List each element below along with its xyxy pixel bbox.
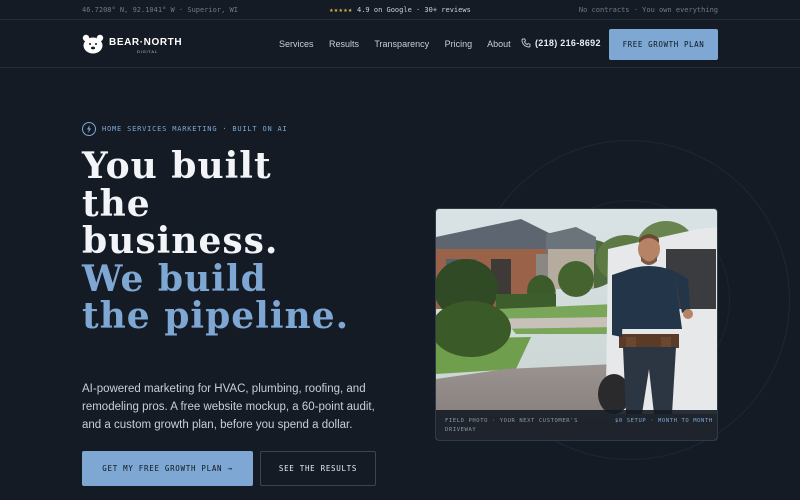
brand-name: BEAR·NORTH (109, 37, 183, 48)
hero-headline: You built the business. We build the pip… (82, 145, 350, 337)
guarantee-text: No contracts · You own everything (578, 6, 718, 14)
headline-line: You built (82, 145, 272, 187)
caption-pricing: $0 SETUP · MONTH TO MONTH (615, 418, 713, 424)
headline-line: the (82, 182, 151, 225)
lightning-icon (82, 122, 96, 136)
photo-caption: FIELD PHOTO · YOUR NEXT CUSTOMER'S DRIVE… (436, 410, 717, 440)
nav-link-results[interactable]: Results (329, 39, 359, 49)
brand-subtitle: DIGITAL (137, 49, 158, 54)
top-info-bar: 46.7208° N, 92.1041° W · Superior, WI ★★… (0, 0, 800, 20)
nav-link-transparency[interactable]: Transparency (374, 39, 429, 49)
hero-photo-card: FIELD PHOTO · YOUR NEXT CUSTOMER'S DRIVE… (435, 208, 718, 441)
rating-text: 4.9 on Google · 30+ reviews (357, 6, 471, 14)
headline-line: business. (82, 220, 279, 262)
eyebrow-text: HOME SERVICES MARKETING · BUILT ON AI (102, 125, 288, 133)
main-navigation: BEAR·NORTH DIGITAL Services Results Tran… (0, 20, 800, 68)
phone-icon (521, 38, 531, 48)
contractor-photo (436, 209, 717, 440)
phone-link[interactable]: (218) 216-8692 (521, 38, 601, 48)
caption-description: FIELD PHOTO · YOUR NEXT CUSTOMER'S DRIVE… (445, 418, 578, 433)
hero-description: AI-powered marketing for HVAC, plumbing,… (82, 383, 375, 431)
nav-link-about[interactable]: About (487, 39, 511, 49)
rating-stars-icon: ★★★★★ (329, 6, 353, 14)
headline-line-accent: the pipeline. (82, 295, 350, 337)
get-free-growth-plan-button[interactable]: GET MY FREE GROWTH PLAN → (82, 451, 253, 486)
nav-link-services[interactable]: Services (279, 39, 314, 49)
see-results-button[interactable]: SEE THE RESULTS (260, 451, 376, 486)
bear-head-icon (82, 34, 104, 54)
free-growth-plan-button[interactable]: FREE GROWTH PLAN (609, 29, 718, 60)
headline-line-accent: We build (82, 257, 267, 300)
phone-number: (218) 216-8692 (535, 38, 601, 48)
nav-link-pricing[interactable]: Pricing (445, 39, 473, 49)
nav-links: Services Results Transparency Pricing Ab… (279, 39, 524, 49)
